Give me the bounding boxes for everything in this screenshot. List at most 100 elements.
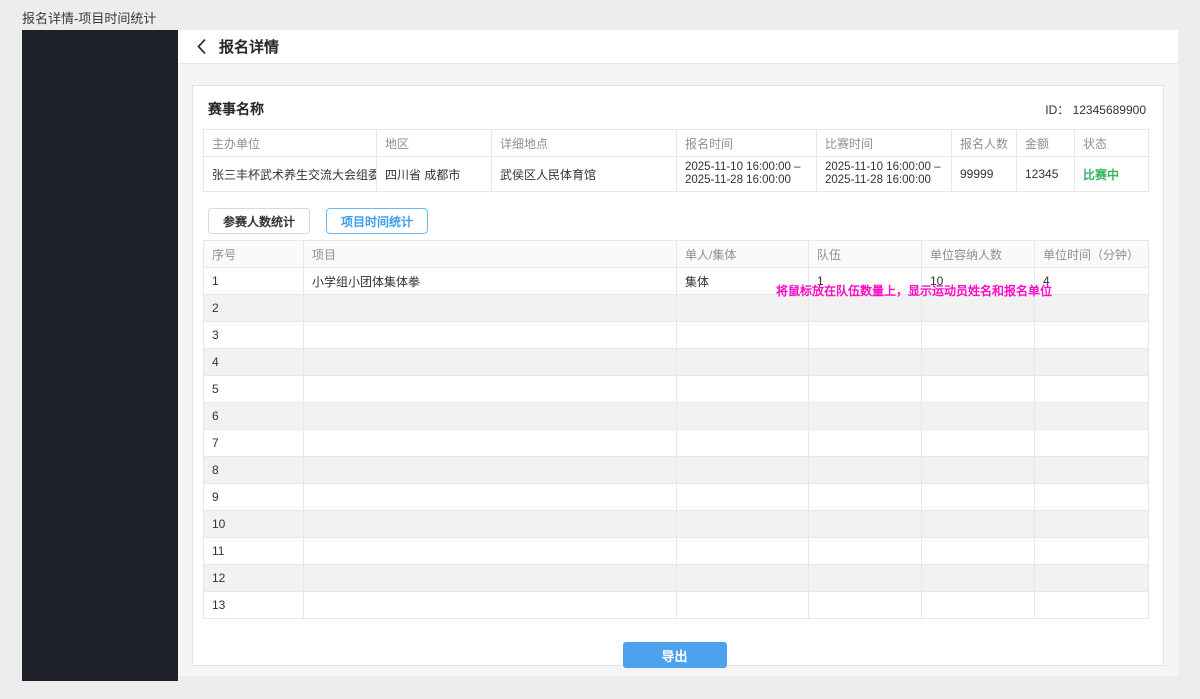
stats-cell [1035, 403, 1149, 430]
stats-cell: 2 [204, 295, 304, 322]
table-row: 8 [204, 457, 1149, 484]
stats-cell [1035, 565, 1149, 592]
region-cell: 四川省 成都市 [377, 157, 492, 192]
stats-cell: 11 [204, 538, 304, 565]
signup-count-cell: 99999 [952, 157, 1017, 192]
page-title: 报名详情 [219, 36, 279, 57]
stats-cell [304, 484, 677, 511]
stats-header-row: 序号 项目 单人/集体 队伍 单位容纳人数 单位时间（分钟） [204, 241, 1149, 268]
chevron-left-icon [196, 38, 207, 55]
stats-cell [677, 349, 809, 376]
stats-cell: 10 [204, 511, 304, 538]
stats-cell [809, 430, 922, 457]
stats-cell: 9 [204, 484, 304, 511]
stats-cell [922, 322, 1035, 349]
stats-cell [922, 403, 1035, 430]
stats-cell: 小学组小团体集体拳 [304, 268, 677, 295]
sidebar [22, 30, 178, 681]
event-id: ID： 12345689900 [1045, 101, 1146, 118]
back-button[interactable] [196, 38, 207, 55]
table-row: 7 [204, 430, 1149, 457]
col-organizer: 主办单位 [204, 130, 377, 157]
stats-cell [304, 565, 677, 592]
stats-cell: 13 [204, 592, 304, 619]
col-teams: 队伍 [809, 241, 922, 268]
stats-cell [677, 322, 809, 349]
stats-cell [809, 511, 922, 538]
stats-cell [304, 457, 677, 484]
stats-cell [809, 349, 922, 376]
tab-project-time-stats[interactable]: 项目时间统计 [326, 208, 428, 234]
stats-cell [677, 538, 809, 565]
stats-cell [304, 349, 677, 376]
table-row: 11 [204, 538, 1149, 565]
export-button[interactable]: 导出 [623, 642, 727, 668]
col-match-time: 比赛时间 [817, 130, 952, 157]
stats-cell [809, 592, 922, 619]
stats-cell [1035, 592, 1149, 619]
stats-cell [809, 484, 922, 511]
table-row: 4 [204, 349, 1149, 376]
stats-cell [677, 457, 809, 484]
col-amount: 金额 [1017, 130, 1075, 157]
stats-cell [1035, 511, 1149, 538]
stats-cell [1035, 376, 1149, 403]
table-row: 9 [204, 484, 1149, 511]
stats-cell [809, 403, 922, 430]
stats-cell [922, 538, 1035, 565]
stats-cell [677, 430, 809, 457]
col-unit-capacity: 单位容纳人数 [922, 241, 1035, 268]
stats-cell [677, 376, 809, 403]
stats-cell [809, 322, 922, 349]
col-unit-time: 单位时间（分钟） [1035, 241, 1149, 268]
stats-cell [1035, 349, 1149, 376]
col-status: 状态 [1075, 130, 1149, 157]
stats-cell [922, 484, 1035, 511]
stats-cell: 6 [204, 403, 304, 430]
event-table-data-row: 张三丰杯武术养生交流大会组委会 四川省 成都市 武侯区人民体育馆 2025-11… [204, 157, 1149, 192]
stats-cell [809, 565, 922, 592]
amount-cell: 12345 [1017, 157, 1075, 192]
stats-cell [677, 403, 809, 430]
event-info-table: 主办单位 地区 详细地点 报名时间 比赛时间 报名人数 金额 状态 张三丰杯武术… [203, 129, 1149, 192]
venue-cell: 武侯区人民体育馆 [492, 157, 677, 192]
stats-cell [304, 403, 677, 430]
page-header: 报名详情 [178, 30, 1178, 64]
stats-cell [922, 349, 1035, 376]
stats-cell: 7 [204, 430, 304, 457]
stats-cell [304, 511, 677, 538]
stats-cell [304, 430, 677, 457]
stats-cell [304, 538, 677, 565]
match-time-cell: 2025-11-10 16:00:00 – 2025-11-28 16:00:0… [817, 157, 952, 192]
col-venue: 详细地点 [492, 130, 677, 157]
table-row: 3 [204, 322, 1149, 349]
stats-cell [922, 430, 1035, 457]
stats-cell [1035, 322, 1149, 349]
stats-cell [677, 592, 809, 619]
organizer-cell: 张三丰杯武术养生交流大会组委会 [204, 157, 377, 192]
event-table-header-row: 主办单位 地区 详细地点 报名时间 比赛时间 报名人数 金额 状态 [204, 130, 1149, 157]
stats-cell [304, 295, 677, 322]
stats-cell [809, 457, 922, 484]
signup-time-cell: 2025-11-10 16:00:00 – 2025-11-28 16:00:0… [677, 157, 817, 192]
stats-cell [1035, 457, 1149, 484]
stats-cell [1035, 484, 1149, 511]
table-row: 10 [204, 511, 1149, 538]
stats-cell [922, 457, 1035, 484]
stats-cell [677, 565, 809, 592]
stats-cell [809, 538, 922, 565]
status-badge: 比赛中 [1075, 157, 1149, 192]
stats-cell: 8 [204, 457, 304, 484]
table-row: 12 [204, 565, 1149, 592]
stats-cell [922, 376, 1035, 403]
stats-cell [677, 484, 809, 511]
stats-cell [304, 376, 677, 403]
stats-cell [304, 322, 677, 349]
stats-cell [677, 511, 809, 538]
stats-cell: 5 [204, 376, 304, 403]
tab-participant-stats[interactable]: 参赛人数统计 [208, 208, 310, 234]
stats-cell [1035, 538, 1149, 565]
event-card: 赛事名称 ID： 12345689900 主办单位 地区 详细地点 报名时间 比… [192, 85, 1164, 666]
col-region: 地区 [377, 130, 492, 157]
stats-cell [809, 376, 922, 403]
